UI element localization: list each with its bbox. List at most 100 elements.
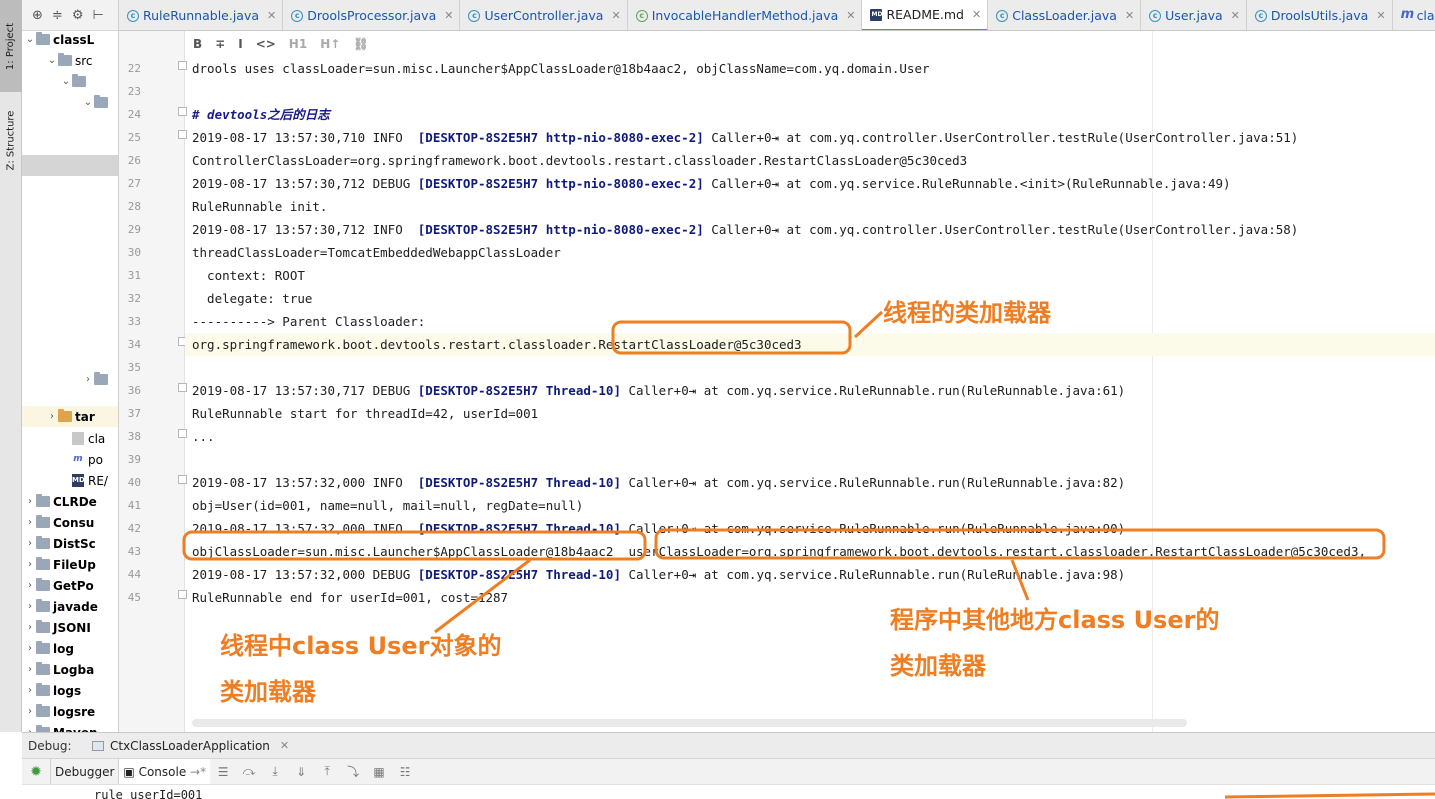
tree-item[interactable]: › tar	[22, 406, 118, 427]
heading-icon[interactable]: H1	[289, 37, 307, 51]
editor-tab[interactable]: c InvocableHandlerMethod.java ✕	[628, 0, 863, 30]
editor-line[interactable]: threadClassLoader=TomcatEmbeddedWebappCl…	[185, 241, 1435, 264]
editor-line[interactable]: 2019-08-17 13:57:30,712 DEBUG [DESKTOP-8…	[185, 172, 1435, 195]
code-icon[interactable]: <>	[256, 37, 276, 51]
tree-item[interactable]: › javade	[22, 596, 118, 617]
close-icon[interactable]: ✕	[846, 9, 855, 22]
strikethrough-icon[interactable]: ∓	[215, 37, 225, 51]
editor-line[interactable]	[185, 448, 1435, 471]
editor-line[interactable]: 2019-08-17 13:57:32,000 DEBUG [DESKTOP-8…	[185, 563, 1435, 586]
close-icon[interactable]: ✕	[1125, 9, 1134, 22]
editor-line[interactable]: drools uses classLoader=sun.misc.Launche…	[185, 57, 1435, 80]
close-icon[interactable]: ✕	[972, 8, 981, 21]
editor-tab[interactable]: c User.java ✕	[1141, 0, 1247, 30]
tree-item[interactable]: › logsre	[22, 701, 118, 722]
tree-item[interactable]: › Consu	[22, 512, 118, 533]
editor-line[interactable]: ----------> Parent Classloader:	[185, 310, 1435, 333]
chevron-right-icon[interactable]: ›	[24, 580, 36, 591]
project-tool-tab[interactable]: 1: Project	[0, 0, 22, 92]
console-tab[interactable]: ▣ Console →*	[118, 758, 211, 785]
italic-icon[interactable]: I	[238, 37, 242, 51]
chevron-right-icon[interactable]: ›	[24, 643, 36, 654]
gear-icon[interactable]: ⚙	[72, 8, 84, 23]
editor-tab[interactable]: c RuleRunnable.java ✕	[119, 0, 284, 30]
bold-icon[interactable]: B	[193, 37, 202, 51]
editor-line[interactable]: 2019-08-17 13:57:30,712 INFO [DESKTOP-8S…	[185, 218, 1435, 241]
tree-item[interactable]: ⌄	[22, 71, 118, 92]
tree-item[interactable]: ⌄ src	[22, 50, 118, 71]
chevron-down-icon[interactable]: ⌄	[60, 76, 72, 87]
editor-line[interactable]: # devtools之后的日志	[185, 103, 1435, 126]
tree-item[interactable]: › JSONI	[22, 617, 118, 638]
run-to-cursor-icon[interactable]: ⤵	[340, 763, 366, 780]
editor-tab[interactable]: c DroolsProcessor.java ✕	[283, 0, 461, 30]
chevron-right-icon[interactable]: ›	[24, 706, 36, 717]
structure-tool-tab[interactable]: Z: Structure	[0, 94, 22, 186]
chevron-right-icon[interactable]: ›	[24, 538, 36, 549]
editor-tab[interactable]: c UserController.java ✕	[460, 0, 628, 30]
tree-item[interactable]: › log	[22, 638, 118, 659]
chevron-right-icon[interactable]: ›	[24, 601, 36, 612]
editor-line[interactable]: RuleRunnable init.	[185, 195, 1435, 218]
editor-tab[interactable]: c ClassLoader.java ✕	[988, 0, 1142, 30]
chevron-down-icon[interactable]: ⌄	[24, 34, 36, 45]
chevron-down-icon[interactable]: ⌄	[46, 55, 58, 66]
close-icon[interactable]: ✕	[267, 9, 276, 22]
locate-icon[interactable]: ⊕	[32, 8, 43, 23]
chevron-down-icon[interactable]: ⌄	[82, 97, 94, 108]
chevron-right-icon[interactable]: ›	[24, 517, 36, 528]
tree-item[interactable]: › FileUp	[22, 554, 118, 575]
close-icon[interactable]: ✕	[444, 9, 453, 22]
collapse-all-icon[interactable]: ≑	[52, 8, 63, 23]
close-icon[interactable]: ✕	[1376, 9, 1385, 22]
editor-tab[interactable]: mclassLoader	[1393, 0, 1435, 30]
chevron-right-icon[interactable]: ›	[24, 559, 36, 570]
tree-item[interactable]: › Logba	[22, 659, 118, 680]
chevron-right-icon[interactable]: ›	[82, 374, 94, 385]
editor-line[interactable]: objClassLoader=sun.misc.Launcher$AppClas…	[185, 540, 1435, 563]
heading-up-icon[interactable]: H↑	[320, 37, 340, 51]
editor-line[interactable]	[185, 356, 1435, 379]
tree-item[interactable]: › logs	[22, 680, 118, 701]
step-over-icon[interactable]: ⤼	[236, 764, 262, 779]
editor-line[interactable]: 2019-08-17 13:57:30,717 DEBUG [DESKTOP-8…	[185, 379, 1435, 402]
editor-line[interactable]: RuleRunnable start for threadId=42, user…	[185, 402, 1435, 425]
editor-line[interactable]: delegate: true	[185, 287, 1435, 310]
editor-tab[interactable]: MD README.md ✕	[862, 0, 989, 30]
chevron-right-icon[interactable]: ›	[24, 496, 36, 507]
editor-line[interactable]: obj=User(id=001, name=null, mail=null, r…	[185, 494, 1435, 517]
editor-line[interactable]: context: ROOT	[185, 264, 1435, 287]
editor-tab[interactable]: c DroolsUtils.java ✕	[1247, 0, 1393, 30]
editor-line[interactable]: 2019-08-17 13:57:32,000 INFO [DESKTOP-8S…	[185, 517, 1435, 540]
tree-item[interactable]: ⌄ classL	[22, 29, 118, 50]
tree-item[interactable]: › CLRDe	[22, 491, 118, 512]
force-step-into-icon[interactable]: ⇓	[288, 765, 314, 779]
chevron-right-icon[interactable]: ›	[24, 622, 36, 633]
editor-line[interactable]	[185, 80, 1435, 103]
close-icon[interactable]: ✕	[611, 9, 620, 22]
tree-item[interactable]: MD RE/	[22, 470, 118, 491]
selected-tree-row[interactable]	[22, 155, 118, 176]
debugger-tab[interactable]: Debugger	[50, 758, 118, 785]
horizontal-scrollbar[interactable]	[192, 719, 1187, 727]
link-icon[interactable]: ⛓	[353, 37, 368, 51]
editor-line[interactable]: 2019-08-17 13:57:30,710 INFO [DESKTOP-8S…	[185, 126, 1435, 149]
close-icon[interactable]: ✕	[1231, 9, 1240, 22]
evaluate-icon[interactable]: ▦	[366, 765, 392, 779]
step-out-icon[interactable]: ⤒	[314, 764, 340, 779]
trace-icon[interactable]: ☷	[392, 765, 418, 779]
editor-line[interactable]: org.springframework.boot.devtools.restar…	[185, 333, 1435, 356]
step-into-icon[interactable]: ⤓	[262, 764, 288, 779]
menu-icon[interactable]: ☰	[210, 765, 236, 779]
tree-item[interactable]: ›	[22, 369, 118, 390]
tree-item[interactable]: › DistSc	[22, 533, 118, 554]
run-config-tab[interactable]: CtxClassLoaderApplication ✕	[84, 733, 297, 759]
tree-item[interactable]: m po	[22, 449, 118, 470]
editor-line[interactable]: ...	[185, 425, 1435, 448]
tree-item[interactable]: cla	[22, 428, 118, 449]
tree-item[interactable]: ⌄	[22, 92, 118, 113]
chevron-right-icon[interactable]: ›	[24, 664, 36, 675]
chevron-right-icon[interactable]: ›	[46, 411, 58, 422]
editor-line[interactable]: RuleRunnable end for userId=001, cost=12…	[185, 586, 1435, 609]
chevron-right-icon[interactable]: ›	[24, 685, 36, 696]
